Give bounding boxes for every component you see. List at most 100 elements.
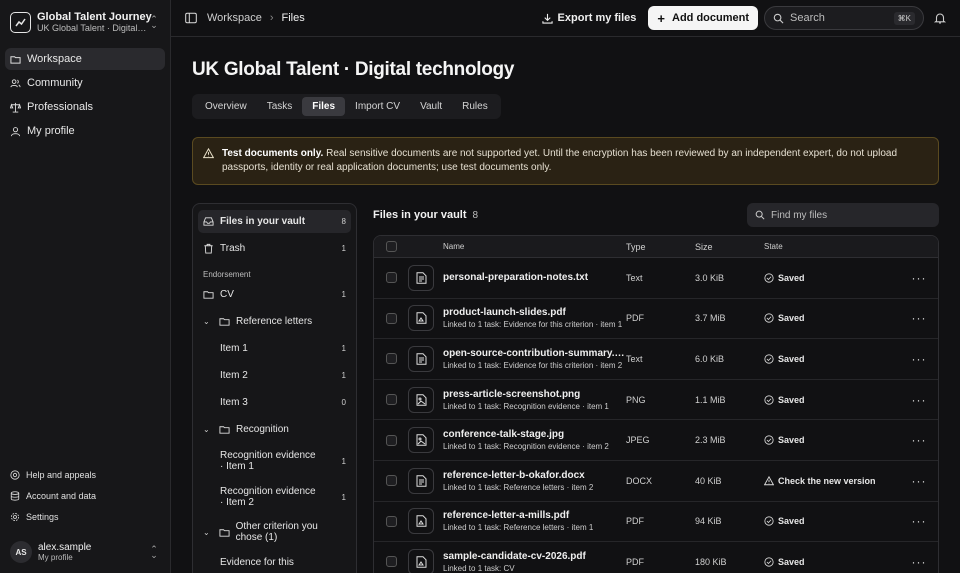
warning-icon — [764, 475, 774, 485]
file-name[interactable]: reference-letter-a-mills.pdf — [443, 510, 626, 521]
column-header-name[interactable]: Name — [443, 242, 626, 251]
workspace-switcher[interactable]: Global Talent Journey UK Global Talent ·… — [0, 2, 170, 42]
column-header-size[interactable]: Size — [695, 242, 764, 252]
tree-item-other-criterion[interactable]: ⌄ Other criterion you chose (1) — [198, 517, 351, 547]
file-size: 1.1 MiB — [695, 394, 726, 405]
table-row[interactable]: reference-letter-b-okafor.docx Linked to … — [374, 461, 938, 502]
tree-item-trash[interactable]: Trash 1 — [198, 237, 351, 260]
file-name[interactable]: sample-candidate-cv-2026.pdf — [443, 551, 626, 562]
main-nav: Workspace Community Professionals My pro… — [0, 42, 170, 144]
nav-item-community[interactable]: Community — [5, 72, 165, 94]
count-badge: 1 — [341, 492, 346, 502]
column-header-state[interactable]: State — [764, 242, 900, 251]
nav-item-workspace[interactable]: Workspace — [5, 48, 165, 70]
user-name: alex.sample — [38, 542, 92, 553]
add-document-button[interactable]: + Add document — [648, 6, 758, 30]
nav-item-help-and-appeals[interactable]: Help and appeals — [0, 464, 170, 485]
table-row[interactable]: product-launch-slides.pdf Linked to 1 tas… — [374, 299, 938, 340]
tree-item-recognition-item-1[interactable]: Recognition evidence · Item 1 1 — [198, 445, 351, 477]
tree-item-recognition[interactable]: ⌄ Recognition — [198, 418, 351, 441]
find-files-input[interactable]: Find my files — [747, 203, 939, 227]
more-options-icon[interactable]: ··· — [900, 555, 938, 569]
sidebar-toggle-icon[interactable] — [185, 12, 197, 24]
tab-rules[interactable]: Rules — [452, 97, 498, 116]
file-size: 3.0 KiB — [695, 272, 725, 283]
file-linked-tasks: Linked to 1 task: Reference letters · it… — [443, 523, 594, 533]
tab-overview[interactable]: Overview — [195, 97, 257, 116]
more-options-icon[interactable]: ··· — [900, 433, 938, 447]
bell-icon[interactable] — [934, 12, 946, 24]
more-options-icon[interactable]: ··· — [900, 393, 938, 407]
pdf-file-icon — [408, 508, 434, 535]
breadcrumb-workspace[interactable]: Workspace — [207, 12, 262, 24]
count-badge: 0 — [341, 398, 346, 407]
file-name[interactable]: conference-talk-stage.jpg — [443, 429, 626, 440]
file-name[interactable]: press-article-screenshot.png — [443, 389, 626, 400]
table-row[interactable]: reference-letter-a-mills.pdf Linked to 1 … — [374, 502, 938, 543]
nav-item-professionals[interactable]: Professionals — [5, 96, 165, 118]
search-placeholder: Search — [790, 12, 825, 24]
breadcrumb-files: Files — [281, 12, 305, 24]
row-checkbox[interactable] — [385, 312, 397, 324]
file-type: PDF — [626, 516, 644, 527]
nav-item-my-profile[interactable]: My profile — [5, 120, 165, 142]
tab-files[interactable]: Files — [302, 97, 346, 116]
warning-icon — [203, 148, 214, 159]
avatar: AS — [10, 541, 32, 563]
check-circle-icon — [764, 313, 774, 323]
row-checkbox[interactable] — [385, 515, 397, 527]
tree-item-recognition-item-2[interactable]: Recognition evidence · Item 2 1 — [198, 481, 351, 513]
more-options-icon[interactable]: ··· — [900, 352, 938, 366]
check-circle-icon — [764, 435, 774, 445]
more-options-icon[interactable]: ··· — [900, 271, 938, 285]
table-row[interactable]: conference-talk-stage.jpg Linked to 1 tas… — [374, 420, 938, 461]
folder-icon — [219, 528, 230, 537]
search-shortcut: ⌘K — [893, 11, 915, 25]
file-linked-tasks: Linked to 1 task: Reference letters · it… — [443, 482, 594, 492]
row-checkbox[interactable] — [385, 272, 397, 284]
tab-import-cv[interactable]: Import CV — [345, 97, 410, 116]
row-checkbox[interactable] — [385, 353, 397, 365]
file-name[interactable]: reference-letter-b-okafor.docx — [443, 470, 626, 481]
file-name[interactable]: product-launch-slides.pdf — [443, 307, 626, 318]
users-icon — [10, 78, 21, 87]
nav-item-account-and-data[interactable]: Account and data — [0, 485, 170, 506]
table-row[interactable]: personal-preparation-notes.txt Text 3.0 Ki… — [374, 258, 938, 299]
more-options-icon[interactable]: ··· — [900, 311, 938, 325]
table-row[interactable]: sample-candidate-cv-2026.pdf Linked to 1 … — [374, 542, 938, 573]
tree-item-evidence[interactable]: Evidence for this — [198, 551, 351, 573]
tab-tasks[interactable]: Tasks — [257, 97, 303, 116]
table-row[interactable]: press-article-screenshot.png Linked to 1 … — [374, 380, 938, 421]
file-name[interactable]: personal-preparation-notes.txt — [443, 272, 626, 283]
row-checkbox[interactable] — [385, 394, 397, 406]
search-input[interactable]: Search ⌘K — [764, 6, 924, 30]
tree-item-cv[interactable]: CV 1 — [198, 283, 351, 306]
file-type: JPEG — [626, 435, 650, 446]
inbox-icon — [203, 217, 214, 226]
column-header-type[interactable]: Type — [626, 242, 695, 252]
tree-item-reference-item-1[interactable]: Item 1 1 — [198, 337, 351, 360]
tree-item-reference-letters[interactable]: ⌄ Reference letters — [198, 310, 351, 333]
main: Workspace › Files Export my files + Add … — [171, 0, 960, 573]
file-size: 180 KiB — [695, 556, 727, 567]
nav-item-settings[interactable]: Settings — [0, 506, 170, 527]
chevron-down-icon: ⌄ — [203, 317, 210, 326]
file-name[interactable]: open-source-contribution-summary.txt — [443, 348, 626, 359]
select-all-checkbox[interactable] — [385, 241, 397, 252]
tree-item-reference-item-3[interactable]: Item 3 0 — [198, 391, 351, 414]
more-options-icon[interactable]: ··· — [900, 514, 938, 528]
row-checkbox[interactable] — [385, 475, 397, 487]
export-files-button[interactable]: Export my files — [541, 12, 636, 24]
table-row[interactable]: open-source-contribution-summary.txt Link… — [374, 339, 938, 380]
user-menu[interactable]: AS alex.sample My profile ⌃ ⌄ — [0, 533, 170, 573]
folder-icon — [10, 55, 21, 64]
file-state: Saved — [764, 435, 900, 445]
tree-item-reference-item-2[interactable]: Item 2 1 — [198, 364, 351, 387]
tab-vault[interactable]: Vault — [410, 97, 452, 116]
row-checkbox[interactable] — [385, 434, 397, 446]
row-checkbox[interactable] — [385, 556, 397, 568]
more-options-icon[interactable]: ··· — [900, 474, 938, 488]
tree-item-files-in-vault[interactable]: Files in your vault 8 — [198, 210, 351, 233]
footer-label: Account and data — [26, 490, 97, 501]
file-size: 94 KiB — [695, 516, 722, 527]
